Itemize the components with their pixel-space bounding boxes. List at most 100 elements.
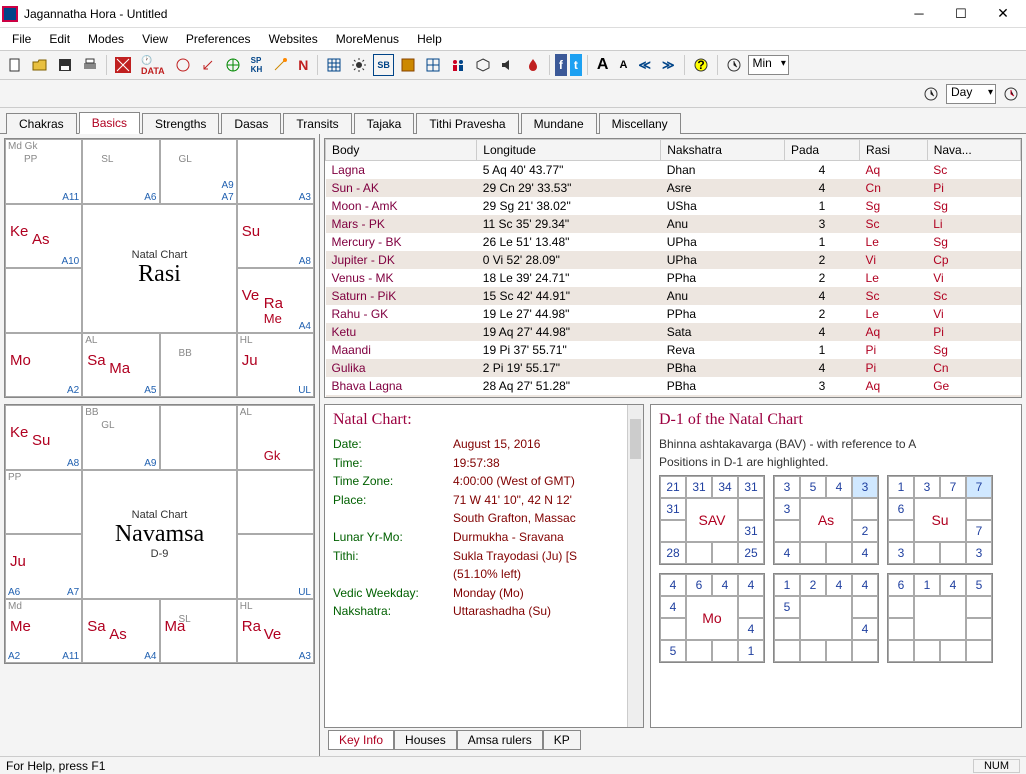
btab-houses[interactable]: Houses: [394, 730, 457, 750]
menu-modes[interactable]: Modes: [80, 30, 132, 48]
table-row[interactable]: Lagna5 Aq 40' 43.77"Dhan4AqSc: [326, 161, 1021, 180]
table-row[interactable]: Gulika2 Pi 19' 55.17"PBha4PiCn: [326, 359, 1021, 377]
table-row[interactable]: Ketu19 Aq 27' 44.98"Sata4AqPi: [326, 323, 1021, 341]
min-dropdown[interactable]: Min: [748, 55, 789, 75]
chart-cell[interactable]: ALSaMaA5: [82, 333, 159, 398]
chart-cell[interactable]: HLJuUL: [237, 333, 314, 398]
menu-help[interactable]: Help: [409, 30, 450, 48]
tab-mundane[interactable]: Mundane: [521, 113, 597, 134]
data-icon[interactable]: 🕐DATA: [137, 54, 169, 76]
chart-cell[interactable]: JuA7A6: [5, 534, 82, 599]
chart-cell[interactable]: SLMa: [160, 599, 237, 664]
font-small-icon[interactable]: A: [615, 54, 631, 76]
fire-icon[interactable]: [522, 54, 544, 76]
chart-cell[interactable]: SLA6: [82, 139, 159, 204]
wand-icon[interactable]: [269, 54, 291, 76]
menu-preferences[interactable]: Preferences: [178, 30, 259, 48]
chart-cell[interactable]: KeSuA8: [5, 405, 82, 470]
chart-cell[interactable]: SuA8: [237, 204, 314, 269]
table-row[interactable]: Saturn - PiK15 Sc 42' 44.91"Anu4ScSc: [326, 287, 1021, 305]
table-row[interactable]: Rahu - GK19 Le 27' 44.98"PPha2LeVi: [326, 305, 1021, 323]
facebook-icon[interactable]: f: [555, 54, 567, 76]
grid-header[interactable]: Nava...: [927, 140, 1020, 161]
bav-grid[interactable]: 13776Su733: [887, 475, 993, 565]
grid3-icon[interactable]: [422, 54, 444, 76]
close-button[interactable]: ✕: [982, 1, 1024, 27]
table-row[interactable]: Hora Lagna27 Vi 59' 41.93"Chit2ViVi: [326, 395, 1021, 398]
clock3-icon[interactable]: [920, 83, 942, 105]
tab-dasas[interactable]: Dasas: [221, 113, 281, 134]
cube-icon[interactable]: [472, 54, 494, 76]
prev-icon[interactable]: ≪: [634, 54, 655, 76]
grid-header[interactable]: Body: [326, 140, 477, 161]
arrow-icon[interactable]: [197, 54, 219, 76]
tab-miscellany[interactable]: Miscellany: [599, 113, 681, 134]
tab-tajaka[interactable]: Tajaka: [354, 113, 415, 134]
grid-header[interactable]: Pada: [785, 140, 860, 161]
chart-cell[interactable]: ALGk: [237, 405, 314, 470]
btab-amsa[interactable]: Amsa rulers: [457, 730, 543, 750]
grid1-icon[interactable]: [323, 54, 345, 76]
chart-cell[interactable]: GLA7A9: [160, 139, 237, 204]
open-icon[interactable]: [29, 54, 51, 76]
maximize-button[interactable]: ☐: [940, 1, 982, 27]
chart-icon[interactable]: [112, 54, 134, 76]
people-icon[interactable]: [447, 54, 469, 76]
save-icon[interactable]: [54, 54, 76, 76]
speaker-icon[interactable]: [497, 54, 519, 76]
table-row[interactable]: Sun - AK29 Cn 29' 33.53"Asre4CnPi: [326, 179, 1021, 197]
table-row[interactable]: Maandi19 Pi 37' 55.71"Reva1PiSg: [326, 341, 1021, 359]
chart-cell[interactable]: PP: [5, 470, 82, 535]
sb-icon[interactable]: SB: [373, 54, 394, 76]
n-icon[interactable]: N: [294, 54, 312, 76]
rasi-chart[interactable]: Md GkPPA11SLA6GLA7A9A3KeAsA10Natal Chart…: [4, 138, 315, 398]
tab-transits[interactable]: Transits: [283, 113, 351, 134]
tab-tithi[interactable]: Tithi Pravesha: [416, 113, 518, 134]
table-row[interactable]: Bhava Lagna28 Aq 27' 51.28"PBha3AqGe: [326, 377, 1021, 395]
chart-cell[interactable]: Md GkPPA11: [5, 139, 82, 204]
chart-cell[interactable]: BBGLA9: [82, 405, 159, 470]
grid-header[interactable]: Nakshatra: [661, 140, 785, 161]
help-icon[interactable]: ?: [690, 54, 712, 76]
tab-basics[interactable]: Basics: [79, 112, 140, 134]
bav-grid[interactable]: 35433As244: [773, 475, 879, 565]
bav-grid[interactable]: 124454: [773, 573, 879, 663]
clock4-icon[interactable]: [1000, 83, 1022, 105]
grid2-icon[interactable]: [397, 54, 419, 76]
chart-cell[interactable]: VeRaMeA4: [237, 268, 314, 333]
table-row[interactable]: Mercury - BK26 Le 51' 13.48"UPha1LeSg: [326, 233, 1021, 251]
bav-grid[interactable]: 6145: [887, 573, 993, 663]
spkh-icon[interactable]: SPKH: [247, 54, 267, 76]
btab-kp[interactable]: KP: [543, 730, 581, 750]
tab-strengths[interactable]: Strengths: [142, 113, 219, 134]
chart-cell[interactable]: KeAsA10: [5, 204, 82, 269]
clock2-icon[interactable]: [723, 54, 745, 76]
table-row[interactable]: Moon - AmK29 Sg 21' 38.02"USha1SgSg: [326, 197, 1021, 215]
menu-moremenus[interactable]: MoreMenus: [328, 30, 407, 48]
navamsa-chart[interactable]: KeSuA8BBGLA9ALGkPPNatal ChartNavamsaD-9J…: [4, 404, 315, 664]
new-icon[interactable]: [4, 54, 26, 76]
body-grid[interactable]: BodyLongitudeNakshatraPadaRasiNava... La…: [324, 138, 1022, 398]
sun-icon[interactable]: [348, 54, 370, 76]
menu-edit[interactable]: Edit: [41, 30, 78, 48]
chart-cell[interactable]: HLRaVeA3: [237, 599, 314, 664]
font-big-icon[interactable]: A: [593, 54, 613, 76]
chart-cell[interactable]: A3: [237, 139, 314, 204]
grid-header[interactable]: Longitude: [477, 140, 661, 161]
menu-websites[interactable]: Websites: [261, 30, 326, 48]
bav-grid[interactable]: 46444Mo451: [659, 573, 765, 663]
chart-cell[interactable]: [5, 268, 82, 333]
btab-keyinfo[interactable]: Key Info: [328, 730, 394, 750]
globe-icon[interactable]: [222, 54, 244, 76]
chart-cell[interactable]: SaAsA4: [82, 599, 159, 664]
day-dropdown[interactable]: Day: [946, 84, 996, 104]
twitter-icon[interactable]: t: [570, 54, 582, 76]
clock-icon[interactable]: [172, 54, 194, 76]
table-row[interactable]: Jupiter - DK0 Vi 52' 28.09"UPha2ViCp: [326, 251, 1021, 269]
grid-header[interactable]: Rasi: [860, 140, 928, 161]
chart-cell[interactable]: [237, 470, 314, 535]
bav-grid[interactable]: 2131343131SAV312825: [659, 475, 765, 565]
menu-file[interactable]: File: [4, 30, 39, 48]
next-icon[interactable]: ≫: [658, 54, 679, 76]
natal-scrollbar[interactable]: [627, 405, 643, 727]
